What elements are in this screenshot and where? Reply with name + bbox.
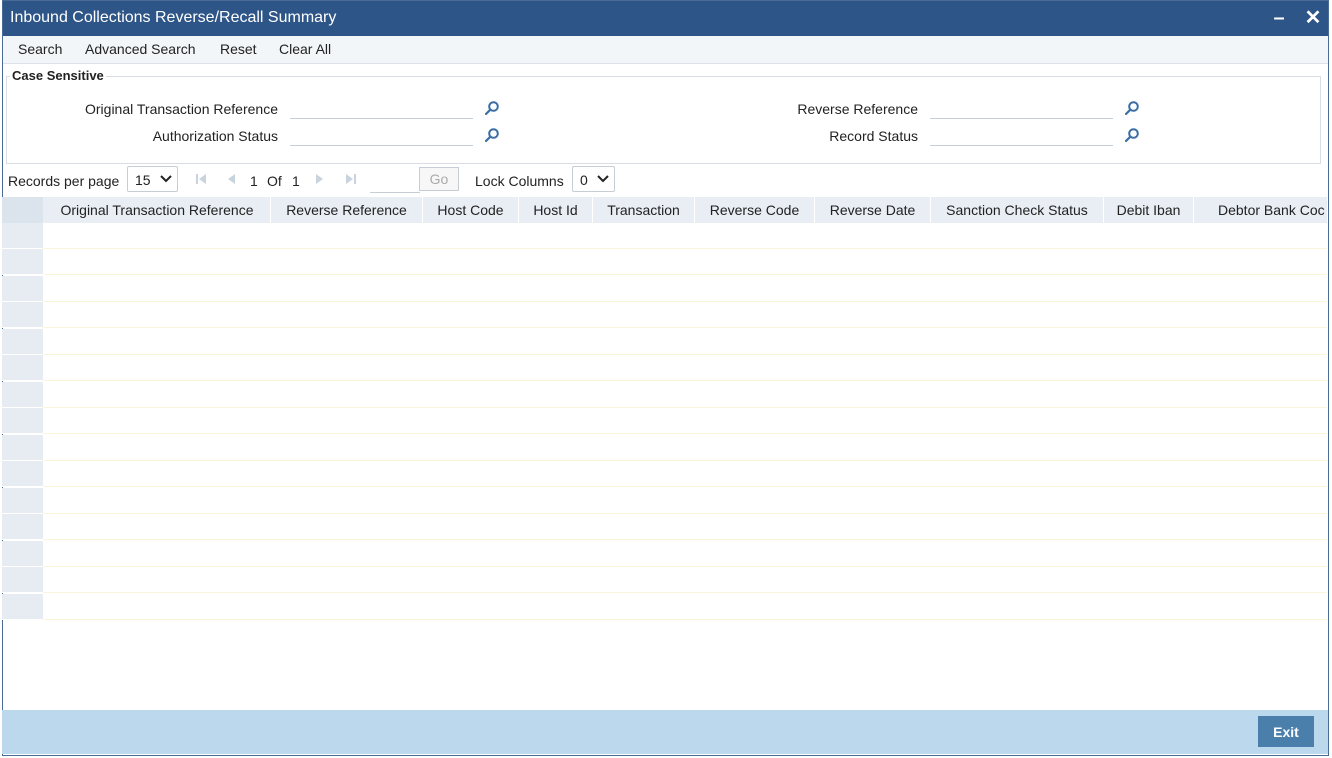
- column-header-sanction-check-status[interactable]: Sanction Check Status: [931, 197, 1104, 223]
- minimize-button[interactable]: –: [1267, 7, 1291, 29]
- row-selector[interactable]: [2, 408, 43, 434]
- search-button[interactable]: Search: [18, 41, 62, 57]
- go-button[interactable]: Go: [419, 167, 459, 191]
- goto-page-input[interactable]: [370, 169, 420, 193]
- column-header-transaction[interactable]: Transaction: [593, 197, 695, 223]
- records-per-page-label: Records per page: [8, 173, 120, 189]
- table-row[interactable]: [2, 541, 1327, 567]
- row-selector[interactable]: [2, 488, 43, 514]
- reset-button[interactable]: Reset: [220, 41, 257, 57]
- advanced-search-button[interactable]: Advanced Search: [85, 41, 196, 57]
- last-page-icon[interactable]: [344, 172, 358, 186]
- table-row[interactable]: [2, 594, 1327, 620]
- row-selector[interactable]: [2, 514, 43, 540]
- of-label: Of: [267, 173, 282, 189]
- table-row[interactable]: [2, 355, 1327, 381]
- column-header-original-transaction-reference[interactable]: Original Transaction Reference: [44, 197, 271, 223]
- row-selector[interactable]: [2, 567, 43, 593]
- reverse-reference-input[interactable]: [930, 99, 1113, 119]
- row-selector[interactable]: [2, 594, 43, 620]
- reverse-reference-lookup-icon[interactable]: [1124, 100, 1140, 116]
- search-criteria-panel: [6, 76, 1321, 164]
- table-row[interactable]: [2, 223, 1327, 249]
- table-row[interactable]: [2, 249, 1327, 275]
- table-row[interactable]: [2, 276, 1327, 302]
- table-row[interactable]: [2, 435, 1327, 461]
- row-selector[interactable]: [2, 223, 43, 249]
- case-sensitive-legend: Case Sensitive: [10, 68, 106, 83]
- title-bar: Inbound Collections Reverse/Recall Summa…: [3, 1, 1328, 36]
- exit-button[interactable]: Exit: [1258, 716, 1314, 747]
- table-row[interactable]: [2, 488, 1327, 514]
- toolbar: Search Advanced Search Reset Clear All: [3, 36, 1328, 64]
- authorization-status-input[interactable]: [290, 126, 473, 146]
- prev-page-icon[interactable]: [224, 172, 238, 186]
- column-header-host-code[interactable]: Host Code: [423, 197, 519, 223]
- authorization-status-lookup-icon[interactable]: [484, 127, 500, 143]
- original-transaction-reference-lookup-icon[interactable]: [484, 100, 500, 116]
- row-selector[interactable]: [2, 355, 43, 381]
- reverse-reference-label: Reverse Reference: [797, 101, 918, 117]
- table-row[interactable]: [2, 382, 1327, 408]
- column-header-reverse-date[interactable]: Reverse Date: [815, 197, 931, 223]
- table-row[interactable]: [2, 514, 1327, 540]
- row-selector[interactable]: [2, 382, 43, 408]
- column-header-debit-iban[interactable]: Debit Iban: [1104, 197, 1194, 223]
- column-header-host-id[interactable]: Host Id: [519, 197, 593, 223]
- clear-all-button[interactable]: Clear All: [279, 41, 331, 57]
- column-header-debtor-bank-code[interactable]: Debtor Bank Coc: [1194, 197, 1327, 223]
- authorization-status-label: Authorization Status: [152, 128, 278, 144]
- window-title: Inbound Collections Reverse/Recall Summa…: [10, 9, 337, 26]
- results-grid: Original Transaction Reference Reverse R…: [2, 197, 1327, 622]
- record-status-lookup-icon[interactable]: [1124, 127, 1140, 143]
- records-per-page-select[interactable]: 15: [127, 166, 178, 192]
- lock-columns-select[interactable]: 0: [572, 166, 615, 192]
- original-transaction-reference-input[interactable]: [290, 99, 473, 119]
- grid-header: Original Transaction Reference Reverse R…: [2, 197, 1327, 223]
- chevron-down-icon: [597, 175, 609, 183]
- row-selector[interactable]: [2, 461, 43, 487]
- row-selector[interactable]: [2, 435, 43, 461]
- column-header-reverse-reference[interactable]: Reverse Reference: [271, 197, 423, 223]
- lock-columns-label: Lock Columns: [475, 173, 564, 189]
- record-status-input[interactable]: [930, 126, 1113, 146]
- lock-columns-value: 0: [580, 172, 588, 188]
- row-selector[interactable]: [2, 249, 43, 275]
- row-selector[interactable]: [2, 329, 43, 355]
- table-row[interactable]: [2, 302, 1327, 328]
- original-transaction-reference-label: Original Transaction Reference: [85, 101, 278, 117]
- column-header-reverse-code[interactable]: Reverse Code: [695, 197, 815, 223]
- footer-bar: Exit: [2, 710, 1328, 754]
- table-row[interactable]: [2, 567, 1327, 593]
- records-per-page-value: 15: [135, 172, 151, 188]
- table-row[interactable]: [2, 408, 1327, 434]
- pagination-bar: Records per page 15 1 Of 1 Go Lock Colum…: [0, 166, 1332, 194]
- row-selector[interactable]: [2, 541, 43, 567]
- table-row[interactable]: [2, 461, 1327, 487]
- row-selector[interactable]: [2, 276, 43, 302]
- total-pages: 1: [292, 173, 300, 189]
- current-page: 1: [250, 173, 258, 189]
- first-page-icon[interactable]: [194, 172, 208, 186]
- row-selector[interactable]: [2, 302, 43, 328]
- select-all-cell[interactable]: [2, 197, 43, 223]
- chevron-down-icon: [160, 175, 172, 183]
- record-status-label: Record Status: [829, 128, 918, 144]
- table-row[interactable]: [2, 329, 1327, 355]
- close-button[interactable]: ✕: [1301, 7, 1325, 29]
- next-page-icon[interactable]: [313, 172, 327, 186]
